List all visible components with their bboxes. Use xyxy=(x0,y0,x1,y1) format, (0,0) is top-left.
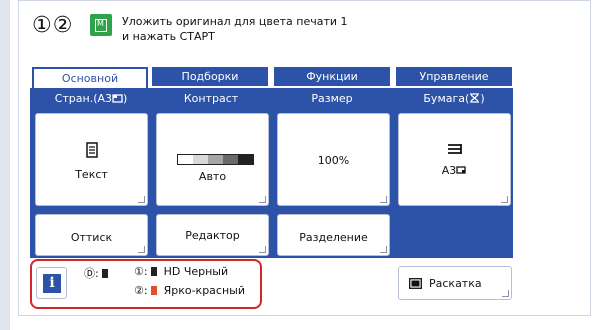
text-document-icon xyxy=(86,142,98,158)
editor-button[interactable]: Редактор xyxy=(156,214,269,256)
paper-tray-icon xyxy=(448,144,462,154)
color1-number: ①: xyxy=(134,265,148,278)
contrast-step xyxy=(223,155,238,164)
status-message: Уложить оригинал для цвета печати 1 и на… xyxy=(122,14,348,44)
tab-functions[interactable]: Функции xyxy=(274,67,390,86)
paper-size-text: A3 xyxy=(399,164,510,177)
tab-management[interactable]: Управление xyxy=(396,67,512,86)
color1-name: HD Черный xyxy=(163,265,229,278)
paper-orientation-icon xyxy=(456,166,466,174)
drum-status: Ⓓ: xyxy=(84,265,108,281)
mode-label: Текст xyxy=(75,168,108,181)
print-preview-icon xyxy=(409,278,422,289)
header-contrast: Контраст xyxy=(183,92,239,105)
color2-number: ②: xyxy=(134,284,148,297)
original-document-icon xyxy=(90,14,112,36)
contrast-step xyxy=(238,155,253,164)
raskatka-button[interactable]: Раскатка xyxy=(398,266,512,300)
drum-icon: Ⓓ: xyxy=(84,267,99,280)
contrast-step xyxy=(178,155,193,164)
paper-size-label: A3 xyxy=(441,164,457,177)
color2-name: Ярко-красный xyxy=(163,284,245,297)
color2-swatch xyxy=(150,286,157,295)
active-colors-indicator: ①② xyxy=(32,13,74,38)
contrast-button[interactable]: Авто xyxy=(156,113,269,206)
ink-color-1-row: ①: HD Черный xyxy=(134,265,228,278)
paper-button[interactable]: A3 xyxy=(398,113,511,206)
editor-label: Редактор xyxy=(185,229,240,242)
print-button[interactable]: Оттиск xyxy=(35,214,148,256)
contrast-label: Авто xyxy=(198,170,227,183)
left-edge-bar xyxy=(0,0,10,330)
landscape-page-icon xyxy=(112,94,123,103)
status-message-line1: Уложить оригинал для цвета печати 1 xyxy=(122,15,348,28)
drum-ink-swatch xyxy=(101,269,108,278)
header-size: Размер xyxy=(311,92,353,105)
header-page-label: Стран.(A3 xyxy=(54,92,113,105)
header-paper: Бумага() xyxy=(423,92,485,105)
color1-swatch xyxy=(150,267,157,276)
status-message-line2: и нажать СТАРТ xyxy=(122,30,215,43)
print-label: Оттиск xyxy=(70,231,113,244)
header-page: Стран.(A3) xyxy=(54,92,128,105)
contrast-step xyxy=(193,155,208,164)
size-button[interactable]: 100% xyxy=(277,113,390,206)
tab-collections[interactable]: Подборки xyxy=(152,67,268,86)
paper-feed-icon xyxy=(470,93,480,103)
info-button[interactable]: i xyxy=(36,267,67,299)
ink-color-2-row: ②: Ярко-красный xyxy=(134,284,245,297)
info-icon: i xyxy=(43,274,61,293)
raskatka-label: Раскатка xyxy=(429,277,482,290)
mode-button[interactable]: Текст xyxy=(35,113,148,206)
tab-basic[interactable]: Основной xyxy=(32,67,148,88)
size-label: 100% xyxy=(317,154,350,167)
contrast-level-bar xyxy=(177,154,254,165)
header-paper-label: Бумага( xyxy=(423,92,470,105)
contrast-step xyxy=(208,155,223,164)
separation-label: Разделение xyxy=(299,231,368,244)
separation-button[interactable]: Разделение xyxy=(277,214,390,256)
